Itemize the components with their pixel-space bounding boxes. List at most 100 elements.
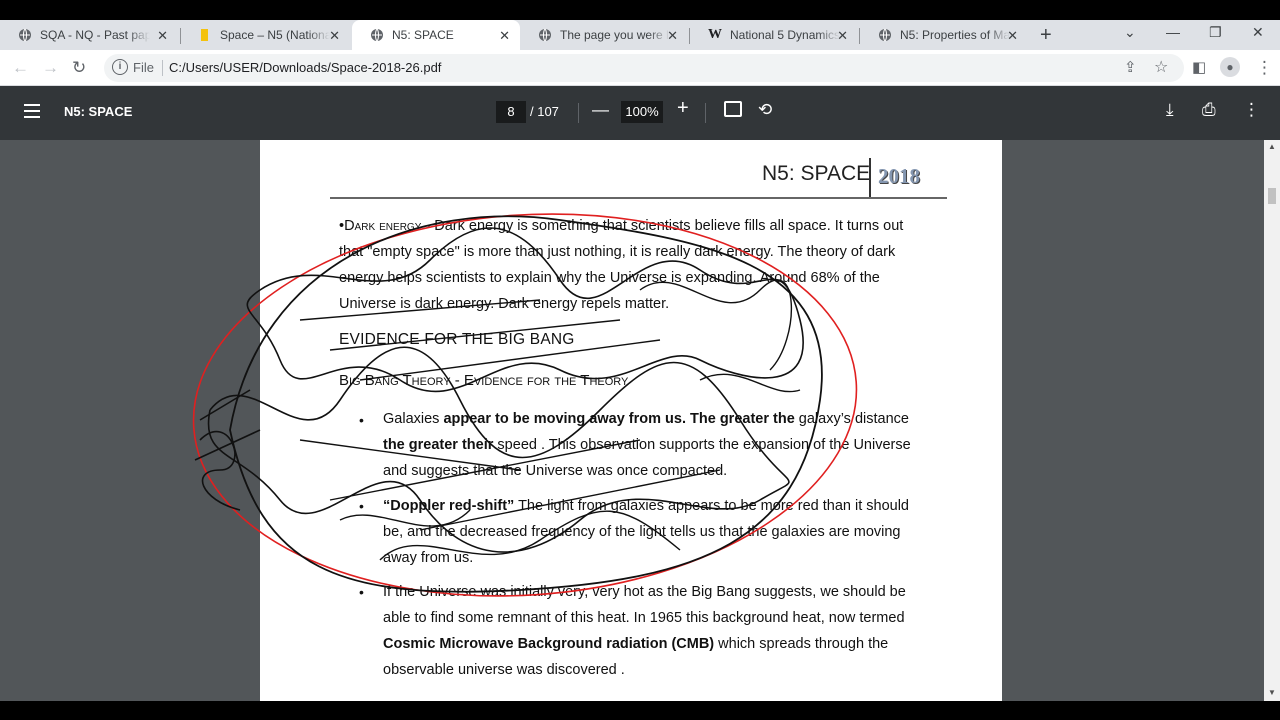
print-icon[interactable]: ⎙ [1202,100,1216,120]
navigation-bar: ← → ↻ i File C:/Users/USER/Downloads/Spa… [0,50,1280,86]
close-icon[interactable]: ✕ [667,28,678,44]
scroll-down-icon[interactable]: ▼ [1268,688,1276,697]
text: galaxy’s distance [794,411,909,427]
page-total: / 107 [530,104,559,119]
pdf-more-icon[interactable]: ⋮ [1243,100,1260,120]
pdf-toolbar: N5: SPACE 8 / 107 — 100% + ⟲ ⤓ ⎙ ⋮ [0,86,1280,140]
tab-title: Space – N5 (National [220,28,330,42]
tab-title: The page you were lo [560,28,670,42]
bullet2-line-2: be, and the decreased frequency of the l… [383,524,901,540]
heading-theory: Big Bang Theory - Evidence for the Theor… [339,372,629,389]
dark-energy-lead: •Dark energy [339,218,422,234]
bullet2-line-1: “Doppler red-shift” The light from galax… [383,493,909,519]
text-bold: appear to be moving away from us. The gr… [443,411,795,427]
zoom-in-icon[interactable]: + [677,97,689,120]
globe-icon [371,28,383,42]
hamburger-menu-icon[interactable] [24,104,40,122]
bullet1-line-1: Galaxies appear to be moving away from u… [383,406,909,432]
bullet1-line-2: the greater their speed . This observati… [383,432,911,458]
profile-avatar-icon[interactable]: ● [1220,57,1240,77]
scheme-label: File [133,60,154,75]
rotate-icon[interactable]: ⟲ [758,100,772,120]
back-icon[interactable]: ← [12,58,29,78]
text-bold: Cosmic Microwave Background radiation (C… [383,636,715,652]
download-icon[interactable]: ⤓ [1166,100,1174,120]
header-divider [869,158,871,198]
yellow-doc-icon [201,29,208,41]
window-close-icon[interactable]: ✕ [1252,24,1264,41]
bullet3-line-4: observable universe was discovered . [383,662,625,678]
bottom-black-band [0,701,1280,720]
tab-search-chevron-icon[interactable]: ⌄ [1124,24,1136,41]
tab-properties-of-matter[interactable]: N5: Properties of Mat ✕ [860,20,1028,50]
minimize-icon[interactable]: — [1166,24,1180,40]
browser-window: SQA - NQ - Past paper ✕ Space – N5 (Nati… [0,0,1280,720]
tab-strip: SQA - NQ - Past paper ✕ Space – N5 (Nati… [0,20,1280,50]
bullet3-line-1: If the Universe was initially very, very… [383,584,906,600]
info-icon[interactable]: i [112,59,128,75]
share-icon[interactable]: ⇪ [1124,58,1137,76]
zoom-out-icon[interactable]: — [592,100,609,120]
pdf-viewer[interactable]: N5: SPACE 2018 •Dark energy - Dark energ… [0,140,1280,701]
url-text[interactable]: C:/Users/USER/Downloads/Space-2018-26.pd… [169,60,441,75]
forward-icon[interactable]: → [42,58,59,78]
vertical-scrollbar[interactable]: ▲ ▼ [1264,140,1280,701]
bookmark-star-icon[interactable]: ☆ [1154,57,1168,77]
wikipedia-icon: W [708,27,722,42]
tab-page-not-found[interactable]: The page you were lo ✕ [520,20,688,50]
tab-title: SQA - NQ - Past paper [40,28,150,42]
scroll-up-icon[interactable]: ▲ [1268,142,1276,151]
bullet-marker: • [359,498,364,514]
address-divider [162,60,163,76]
bullet-marker: • [359,584,364,600]
text-bold: “Doppler red-shift” [383,498,515,514]
bullet1-line-3: and suggests that the Universe was once … [383,463,728,479]
globe-icon [19,28,31,42]
toolbar-divider [705,103,706,123]
bullet2-line-3: away from us. [383,550,474,566]
restore-icon[interactable]: ❐ [1209,24,1222,41]
top-black-band [0,0,1280,20]
address-bar[interactable]: i File C:/Users/USER/Downloads/Space-201… [104,54,1184,82]
zoom-level-input[interactable]: 100% [621,101,663,123]
page-header-title: N5: SPACE [762,162,871,185]
dark-energy-line-2: that "empty space" is more than just not… [339,244,896,260]
close-icon[interactable]: ✕ [329,28,340,44]
dark-energy-line-1: •Dark energy - Dark energy is something … [339,213,903,239]
text: Galaxies [383,411,444,427]
pdf-title: N5: SPACE [64,104,133,119]
dark-energy-line-3: energy helps scientists to explain why t… [339,270,880,286]
globe-icon [879,28,891,42]
text-bold: the greater their [383,437,494,453]
more-menu-icon[interactable]: ⋮ [1256,58,1273,78]
tab-space-national[interactable]: Space – N5 (National ✕ [180,20,350,50]
bullet-marker: • [359,412,364,428]
bullet3-line-2: able to find some remnant of this heat. … [383,610,905,626]
new-tab-icon[interactable]: + [1040,24,1052,47]
tab-national5-dynamics[interactable]: W National 5 Dynamics ✕ [690,20,858,50]
page-header-year: 2018 [878,164,920,188]
reload-icon[interactable]: ↻ [72,58,86,78]
text: The light from galaxies appears to be mo… [514,498,909,514]
bullet3-line-3: Cosmic Microwave Background radiation (C… [383,631,888,657]
page-number-input[interactable]: 8 [496,101,526,123]
scrollbar-thumb[interactable] [1268,188,1276,204]
tab-title: N5: Properties of Mat [900,28,1010,42]
globe-icon [539,28,551,42]
text: which spreads through the [714,636,889,652]
heading-evidence: EVIDENCE FOR THE BIG BANG [339,331,575,348]
side-panel-icon[interactable]: ◧ [1192,58,1206,76]
tab-title: N5: SPACE [392,28,454,42]
pdf-page: N5: SPACE 2018 •Dark energy - Dark energ… [260,140,1002,701]
close-icon[interactable]: ✕ [499,28,510,44]
dark-energy-text: - Dark energy is something that scientis… [421,218,904,234]
tab-n5-space[interactable]: N5: SPACE ✕ [352,20,520,50]
header-rule [330,197,947,199]
text: speed . This observation supports the ex… [493,437,911,453]
close-icon[interactable]: ✕ [837,28,848,44]
tab-sqa[interactable]: SQA - NQ - Past paper ✕ [0,20,178,50]
fit-page-icon[interactable] [724,101,742,117]
close-icon[interactable]: ✕ [157,28,168,44]
tab-title: National 5 Dynamics [730,28,840,42]
close-icon[interactable]: ✕ [1007,28,1018,44]
